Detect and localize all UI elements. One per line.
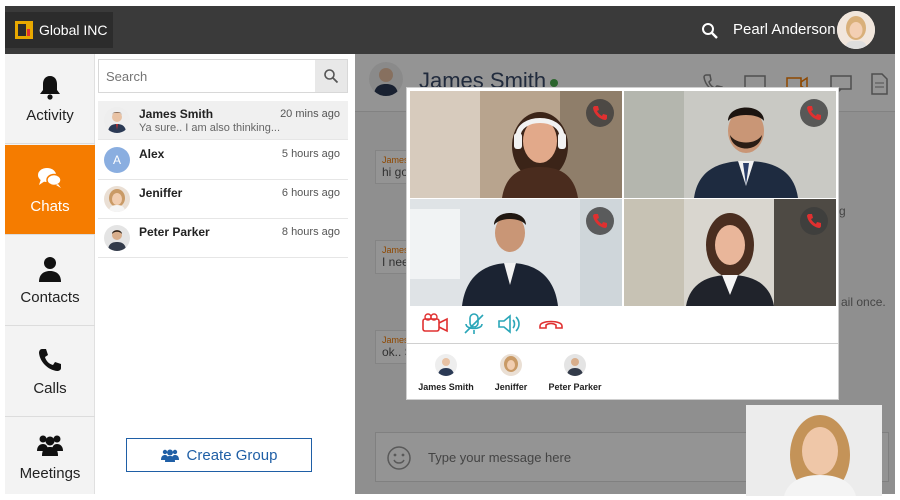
contact-preview: Ya sure.. I am also thinking...: [139, 122, 281, 134]
avatar-man-icon: [435, 354, 457, 376]
participant-name: Jeniffer: [494, 382, 528, 392]
participant-chip[interactable]: James Smith: [411, 354, 481, 392]
person-icon: [39, 257, 61, 282]
avatar-woman-icon: [104, 186, 130, 212]
group-icon: [37, 435, 63, 456]
participant-chip[interactable]: Peter Parker: [540, 354, 610, 392]
chat-bubbles-icon: [38, 168, 62, 188]
chat-list-panel: James Smith 20 mins ago Ya sure.. I am a…: [96, 54, 354, 494]
avatar: [104, 186, 130, 212]
participant-name: Peter Parker: [548, 382, 602, 392]
avatar-man-icon: [104, 225, 130, 251]
phone-icon: [593, 214, 607, 228]
avatar: [104, 225, 130, 251]
chat-search: [98, 59, 348, 93]
phone-icon: [807, 106, 821, 120]
create-group-label: Create Group: [186, 446, 278, 464]
logo-icon: [15, 21, 33, 39]
video-tile: [624, 91, 836, 198]
avatar: [500, 354, 522, 376]
end-participant-button[interactable]: [800, 99, 828, 127]
video-tile: [410, 91, 622, 198]
self-video: [746, 405, 882, 496]
search-input[interactable]: [99, 60, 317, 92]
mute-microphone-icon[interactable]: [461, 313, 487, 335]
contact-time: 20 mins ago: [280, 108, 340, 120]
contact-name: James Smith: [139, 107, 214, 121]
create-group-button[interactable]: Create Group: [126, 438, 312, 472]
search-button[interactable]: [315, 60, 347, 92]
nav-calls[interactable]: Calls: [5, 327, 95, 417]
hang-up-icon[interactable]: [538, 313, 564, 335]
user-name[interactable]: Pearl Anderson: [733, 21, 836, 38]
nav-meetings[interactable]: Meetings: [5, 418, 95, 494]
avatar: [564, 354, 586, 376]
avatar-woman-icon: [837, 11, 875, 49]
contact-time: 5 hours ago: [281, 148, 340, 160]
end-participant-button[interactable]: [586, 207, 614, 235]
nav-chats-label: Chats: [30, 198, 70, 215]
video-tile: [410, 199, 622, 306]
avatar: A: [104, 147, 130, 173]
end-participant-button[interactable]: [586, 99, 614, 127]
nav-activity-label: Activity: [26, 107, 74, 124]
avatar-woman-icon: [500, 354, 522, 376]
phone-icon: [807, 214, 821, 228]
contact-name: Peter Parker: [139, 225, 210, 239]
end-participant-button[interactable]: [800, 207, 828, 235]
brand-name: Global INC: [39, 22, 108, 38]
avatar-initial: A: [112, 153, 121, 167]
contact-name: Jeniffer: [139, 186, 183, 200]
chat-list-item[interactable]: Jeniffer 6 hours ago: [98, 180, 348, 219]
contact-time: 6 hours ago: [281, 187, 340, 199]
participant-chip[interactable]: Jeniffer: [476, 354, 546, 392]
top-bar: Global INC Pearl Anderson: [5, 6, 895, 54]
chat-list-item[interactable]: James Smith 20 mins ago Ya sure.. I am a…: [98, 101, 348, 140]
phone-icon: [593, 106, 607, 120]
nav-calls-label: Calls: [33, 380, 67, 397]
bell-icon: [40, 76, 60, 100]
avatar: [104, 107, 130, 133]
user-avatar[interactable]: [837, 11, 875, 49]
chat-list-item[interactable]: A Alex 5 hours ago: [98, 141, 348, 180]
nav-contacts-label: Contacts: [20, 289, 80, 306]
left-nav: Activity Chats Contacts Calls Meetings: [5, 54, 95, 494]
group-icon: [160, 449, 179, 462]
speaker-icon[interactable]: [497, 313, 523, 335]
avatar-man-icon: [104, 107, 130, 133]
video-camera-icon[interactable]: [422, 313, 448, 335]
avatar: [435, 354, 457, 376]
contact-time: 8 hours ago: [281, 226, 340, 238]
self-video-preview[interactable]: [746, 405, 882, 496]
avatar-man-icon: [564, 354, 586, 376]
contact-name: Alex: [139, 147, 165, 161]
nav-activity[interactable]: Activity: [5, 54, 95, 144]
video-tile: [624, 199, 836, 306]
video-call-modal: James Smith Jeniffer Peter Parker: [406, 87, 839, 400]
nav-chats[interactable]: Chats: [5, 145, 95, 235]
brand[interactable]: Global INC: [5, 12, 113, 48]
search-icon[interactable]: [701, 22, 719, 40]
nav-meetings-label: Meetings: [19, 464, 81, 482]
participant-name: James Smith: [418, 382, 474, 392]
search-icon: [324, 69, 339, 84]
phone-icon: [39, 349, 61, 371]
chat-list-item[interactable]: Peter Parker 8 hours ago: [98, 219, 348, 258]
nav-contacts[interactable]: Contacts: [5, 236, 95, 326]
